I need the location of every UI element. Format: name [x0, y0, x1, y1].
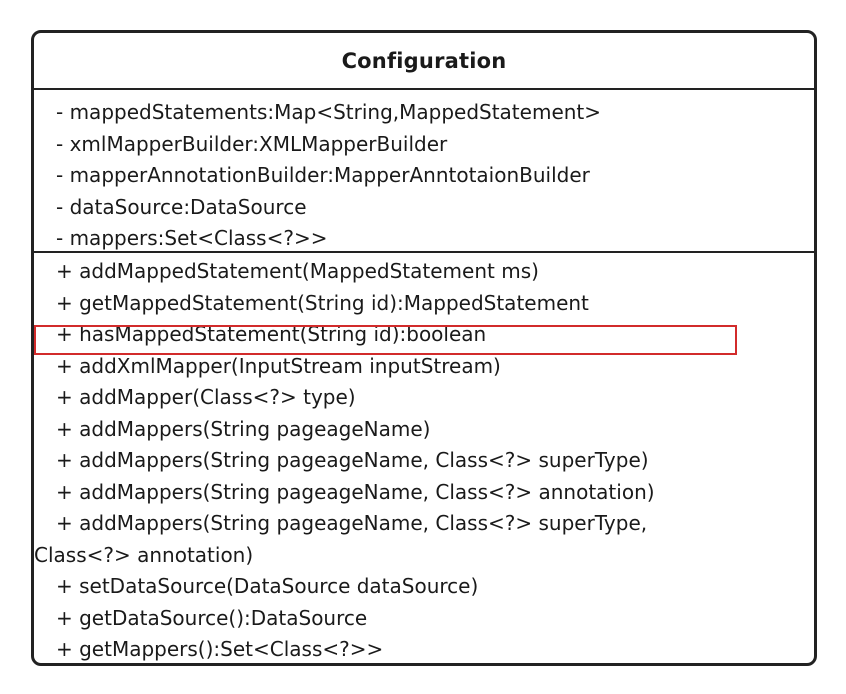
- method-get-mappers: + getMappers():Set<Class<?>>: [56, 637, 384, 661]
- attribute-mapped-statements: - mappedStatements:Map<String,MappedStat…: [56, 100, 602, 124]
- method-add-mappers-supertype-annotation-cont: Class<?> annotation): [34, 542, 254, 567]
- method-add-xml-mapper: + addXmlMapper(InputStream inputStream): [56, 353, 501, 378]
- method-has-mapped-statement: + hasMappedStatement(String id):boolean: [56, 322, 487, 346]
- method-set-data-source: + setDataSource(DataSource dataSource): [56, 574, 479, 598]
- attribute-mappers: - mappers:Set<Class<?>>: [56, 226, 328, 250]
- method-add-mappers-supertype-annotation: + addMappers(String pageageName, Class<?…: [56, 511, 648, 535]
- attribute-mapper-annotation-builder: - mapperAnnotationBuilder:MapperAnntotai…: [56, 163, 590, 187]
- method-add-mapped-statement: + addMappedStatement(MappedStatement ms): [56, 259, 539, 283]
- method-get-data-source: + getDataSource():DataSource: [56, 605, 368, 630]
- class-name-header: Configuration: [34, 33, 814, 90]
- methods-compartment: + addMappedStatement(MappedStatement ms)…: [34, 253, 814, 663]
- uml-class-box: Configuration - mappedStatements:Map<Str…: [31, 30, 817, 666]
- method-add-mapper: + addMapper(Class<?> type): [56, 385, 356, 409]
- method-get-mapped-statement: + getMappedStatement(String id):MappedSt…: [56, 290, 589, 315]
- attribute-xml-mapper-builder: - xmlMapperBuilder:XMLMapperBuilder: [56, 131, 448, 156]
- class-name: Configuration: [341, 48, 507, 73]
- method-add-mappers-annotation: + addMappers(String pageageName, Class<?…: [56, 479, 655, 504]
- attribute-data-source: - dataSource:DataSource: [56, 194, 307, 219]
- method-add-mappers-supertype: + addMappers(String pageageName, Class<?…: [56, 448, 649, 472]
- attributes-compartment: - mappedStatements:Map<String,MappedStat…: [34, 90, 814, 253]
- method-add-mappers-package: + addMappers(String pageageName): [56, 416, 431, 441]
